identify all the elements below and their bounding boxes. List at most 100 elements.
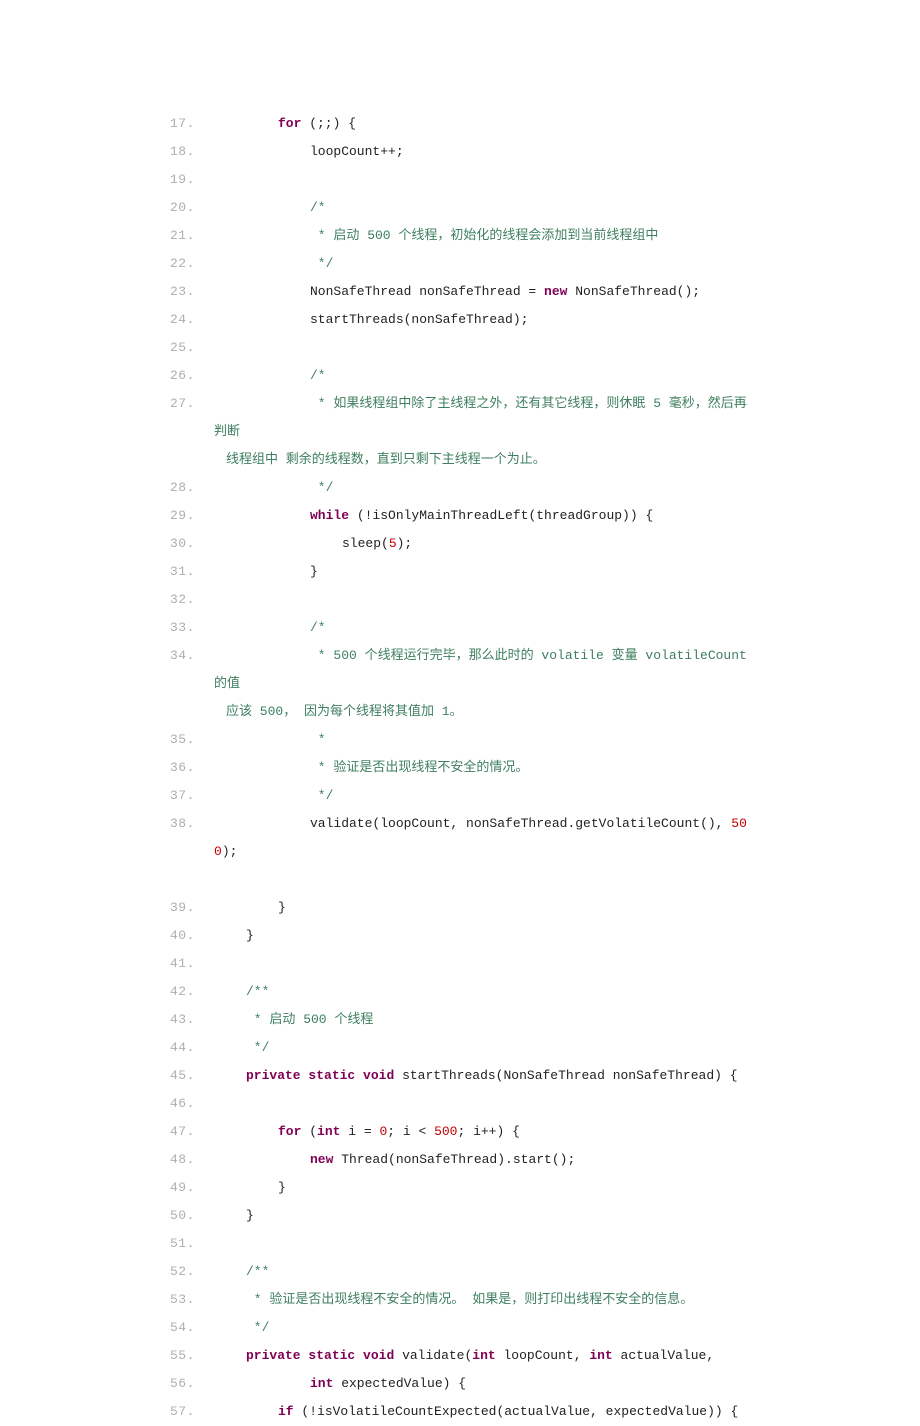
line-number: 30. [170,530,214,558]
code-segment: /* [310,368,326,383]
line-content: for (;;) { [214,110,356,138]
line-content: * 启动 500 个线程，初始化的线程会添加到当前线程组中 [214,222,658,250]
code-line: 24.startThreads(nonSafeThread); [170,306,755,334]
code-segment: } [278,900,286,915]
line-number: 35. [170,726,214,754]
code-line-wrap: 应该 500， 因为每个线程将其值加 1。 [170,698,755,726]
code-line: 46. [170,1090,755,1118]
line-content: /** [214,978,269,1006]
code-segment [355,1068,363,1083]
code-segment: /** [246,1264,269,1279]
line-content: while (!isOnlyMainThreadLeft(threadGroup… [214,502,653,530]
code-line: 40.} [170,922,755,950]
code-line: 17.for (;;) { [170,110,755,138]
line-content: /** [214,1258,269,1286]
line-content: private static void startThreads(NonSafe… [214,1062,738,1090]
line-number: 54. [170,1314,214,1342]
line-number: 50. [170,1202,214,1230]
line-number: 55. [170,1342,214,1370]
code-line: 42./** [170,978,755,1006]
code-line: 25. [170,334,755,362]
line-number: 43. [170,1006,214,1034]
code-line: 52./** [170,1258,755,1286]
code-line: 22. */ [170,250,755,278]
line-number: 46. [170,1090,214,1118]
line-content: loopCount++; [214,138,404,166]
line-number: 24. [170,306,214,334]
code-segment: ); [397,536,413,551]
line-content: * 启动 500 个线程 [214,1006,373,1034]
line-number: 33. [170,614,214,642]
line-content: private static void validate(int loopCou… [214,1342,714,1370]
line-content: } [214,922,254,950]
code-line: 19. [170,166,755,194]
line-content-wrap: 应该 500， 因为每个线程将其值加 1。 [214,698,463,726]
line-content: * 验证是否出现线程不安全的情况。 如果是，则打印出线程不安全的信息。 [214,1286,693,1314]
code-segment: * 500 个线程运行完毕，那么此时的 volatile 变量 volatile… [214,648,755,691]
code-line: 39.} [170,894,755,922]
code-segment: void [363,1068,394,1083]
line-content: startThreads(nonSafeThread); [214,306,528,334]
line-number: 47. [170,1118,214,1146]
code-segment: /* [310,200,326,215]
code-line: 37. */ [170,782,755,810]
code-line: 50.} [170,1202,755,1230]
code-line: 21. * 启动 500 个线程，初始化的线程会添加到当前线程组中 [170,222,755,250]
code-segment: (;;) { [301,116,356,131]
code-segment: NonSafeThread(); [567,284,700,299]
code-line-wrap: 线程组中 剩余的线程数，直到只剩下主线程一个为止。 [170,446,755,474]
line-number: 51. [170,1230,214,1258]
line-content: new Thread(nonSafeThread).start(); [214,1146,575,1174]
code-line: 20. /* [170,194,755,222]
code-segment: private [246,1348,301,1363]
line-number: 56. [170,1370,214,1398]
code-segment: /** [246,984,269,999]
code-segment: static [308,1068,355,1083]
line-number: 21. [170,222,214,250]
code-segment: for [278,1124,301,1139]
code-line: 41. [170,950,755,978]
code-line: 53. * 验证是否出现线程不安全的情况。 如果是，则打印出线程不安全的信息。 [170,1286,755,1314]
code-segment: actualValue, [613,1348,714,1363]
line-content: * [214,726,326,754]
line-content: NonSafeThread nonSafeThread = new NonSaf… [214,278,700,306]
line-number: 25. [170,334,214,362]
code-line: 34. * 500 个线程运行完毕，那么此时的 volatile 变量 vola… [170,642,755,698]
line-number: 23. [170,278,214,306]
code-segment: } [278,1180,286,1195]
code-segment: 500 [434,1124,457,1139]
code-segment: expectedValue) { [333,1376,466,1391]
line-content: */ [214,1314,269,1342]
line-number: 36. [170,754,214,782]
line-number: 20. [170,194,214,222]
code-segment: void [363,1348,394,1363]
code-segment: loopCount++; [310,144,404,159]
code-segment [301,1348,309,1363]
line-number: 48. [170,1146,214,1174]
code-line: 45.private static void startThreads(NonS… [170,1062,755,1090]
code-segment: * 如果线程组中除了主线程之外，还有其它线程，则休眠 5 毫秒，然后再判断 [214,396,747,439]
code-line: 28. */ [170,474,755,502]
code-segment: (!isVolatileCountExpected(actualValue, e… [294,1404,739,1419]
code-segment [355,1348,363,1363]
line-number: 49. [170,1174,214,1202]
code-segment: * 启动 500 个线程 [246,1012,373,1027]
line-number: 31. [170,558,214,586]
line-number: 32. [170,586,214,614]
code-line: 23.NonSafeThread nonSafeThread = new Non… [170,278,755,306]
code-segment: 5 [389,536,397,551]
line-content: validate(loopCount, nonSafeThread.getVol… [214,810,755,866]
line-number: 39. [170,894,214,922]
line-content: sleep(5); [214,530,412,558]
code-line: 54. */ [170,1314,755,1342]
line-number: 28. [170,474,214,502]
line-number: 44. [170,1034,214,1062]
code-page: 17.for (;;) {18.loopCount++;19.20./*21. … [0,0,920,1426]
code-line: 44. */ [170,1034,755,1062]
line-number: 18. [170,138,214,166]
code-line: 51. [170,1230,755,1258]
line-number: 17. [170,110,214,138]
line-content: int expectedValue) { [214,1370,466,1398]
code-segment: ); [222,844,238,859]
line-content: /* [214,194,326,222]
